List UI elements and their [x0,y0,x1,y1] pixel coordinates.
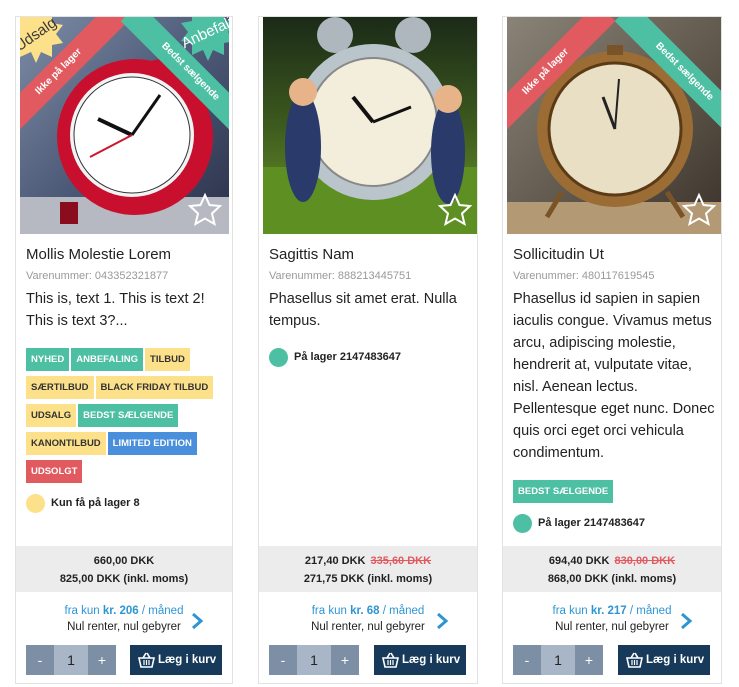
finance-suffix: / måned [629,605,672,617]
product-sku: Varenummer: 480117619545 [513,270,655,282]
star-outline-icon[interactable] [437,192,473,228]
quantity-increase-button[interactable]: + [88,645,116,675]
add-to-cart-button[interactable]: Læg i kurv [130,645,222,675]
quantity-stepper: - 1 + [26,645,116,675]
tag-bargain: KANONTILBUD [26,432,106,455]
basket-icon [626,652,643,668]
tag-new: NYHED [26,348,70,371]
tag-special-offer: SÆRTILBUD [26,376,94,399]
tag-recommended: ANBEFALING [71,348,144,371]
finance-amount: kr. 217 [590,605,627,617]
recommended-badge: Anbefaling [179,17,229,61]
add-to-cart-label: Læg i kurv [158,654,217,666]
add-to-cart-label: Læg i kurv [646,654,705,666]
product-image[interactable]: Ikke på lager Bedst sælgende [507,17,721,234]
quantity-stepper: - 1 + [513,645,603,675]
product-card: Ikke på lager Bedst sælgende Anbefaling … [15,16,233,684]
stock-status: På lager 2147483647 [269,347,401,367]
quantity-increase-button[interactable]: + [575,645,603,675]
basket-icon [138,652,155,668]
finance-prefix: fra kun [311,605,347,617]
star-outline-icon[interactable] [187,192,223,228]
financing-info[interactable]: fra kun kr. 68 / måned Nul renter, nul g… [259,603,477,637]
basket-icon [382,652,399,668]
stock-indicator-icon [513,513,532,533]
tag-bestseller: BEDST SÆLGENDE [78,404,179,427]
quantity-decrease-button[interactable]: - [26,645,54,675]
chevron-right-icon[interactable] [190,612,204,630]
finance-prefix: fra kun [64,605,100,617]
price: 660,00 DKK [93,555,155,567]
price-incl-vat: 868,00 DKK (inkl. moms) [547,573,677,585]
quantity-input[interactable]: 1 [297,645,331,675]
old-price: 335,60 DKK [370,555,432,567]
quantity-decrease-button[interactable]: - [269,645,297,675]
stock-indicator-icon [269,347,288,367]
price: 217,40 DKK [304,555,366,567]
stock-status: På lager 2147483647 [513,513,645,533]
stock-text: Kun få på lager 8 [51,497,140,509]
price-box: 694,40 DKK 830,00 DKK 868,00 DKK (inkl. … [503,546,721,592]
price-box: 217,40 DKK 335,60 DKK 271,75 DKK (inkl. … [259,546,477,592]
product-image[interactable] [263,17,477,234]
product-card: Ikke på lager Bedst sælgende Sollicitudi… [502,16,722,684]
stock-text: På lager 2147483647 [294,351,402,363]
quantity-input[interactable]: 1 [54,645,88,675]
stock-text: På lager 2147483647 [538,517,646,529]
quantity-decrease-button[interactable]: - [513,645,541,675]
tag-sale: UDSALG [26,404,77,427]
old-price: 830,00 DKK [614,555,676,567]
finance-suffix: / måned [141,605,184,617]
sale-badge: Udsalg [20,17,64,63]
price-box: 660,00 DKK 825,00 DKK (inkl. moms) [16,546,232,592]
product-description: Phasellus id sapien in sapien iaculis co… [513,291,715,461]
price: 694,40 DKK [548,555,610,567]
product-title[interactable]: Sollicitudin Ut [513,246,604,263]
tag-offer: TILBUD [145,348,190,371]
price-incl-vat: 825,00 DKK (inkl. moms) [59,573,189,585]
star-outline-icon[interactable] [681,192,717,228]
product-title[interactable]: Mollis Molestie Lorem [26,246,171,263]
chevron-right-icon[interactable] [435,612,449,630]
stock-status: Kun få på lager 8 [26,493,140,513]
finance-suffix: / måned [382,605,425,617]
finance-amount: kr. 68 [350,605,380,617]
product-sku: Varenummer: 888213445751 [269,270,412,282]
finance-amount: kr. 206 [102,605,139,617]
product-image[interactable]: Ikke på lager Bedst sælgende Anbefaling … [20,17,229,234]
quantity-increase-button[interactable]: + [331,645,359,675]
financing-info[interactable]: fra kun kr. 217 / måned Nul renter, nul … [503,603,721,637]
add-to-cart-label: Læg i kurv [402,654,461,666]
quantity-stepper: - 1 + [269,645,359,675]
tag-list: NYHED ANBEFALING TILBUD SÆRTILBUD BLACK FRID… [26,348,231,488]
product-description: This is, text 1. This is text 2! This is… [26,291,205,329]
financing-info[interactable]: fra kun kr. 206 / måned Nul renter, nul … [16,603,232,637]
add-to-cart-button[interactable]: Læg i kurv [618,645,710,675]
tag-list: BEDST SÆLGENDE [513,480,718,508]
quantity-input[interactable]: 1 [541,645,575,675]
tag-black-friday: BLACK FRIDAY TILBUD [95,376,214,399]
add-to-cart-button[interactable]: Læg i kurv [374,645,466,675]
stock-indicator-icon [26,493,45,513]
product-description: Phasellus sit amet erat. Nulla tempus. [269,291,457,329]
product-card: Sagittis Nam Varenummer: 888213445751 Ph… [258,16,478,684]
product-title[interactable]: Sagittis Nam [269,246,354,263]
product-sku: Varenummer: 043352321877 [26,270,169,282]
chevron-right-icon[interactable] [679,612,693,630]
tag-bestseller: BEDST SÆLGENDE [513,480,614,503]
finance-prefix: fra kun [552,605,588,617]
price-incl-vat: 271,75 DKK (inkl. moms) [303,573,433,585]
tag-sold-out: UDSOLGT [26,460,83,483]
tag-limited-edition: LIMITED EDITION [107,432,197,455]
